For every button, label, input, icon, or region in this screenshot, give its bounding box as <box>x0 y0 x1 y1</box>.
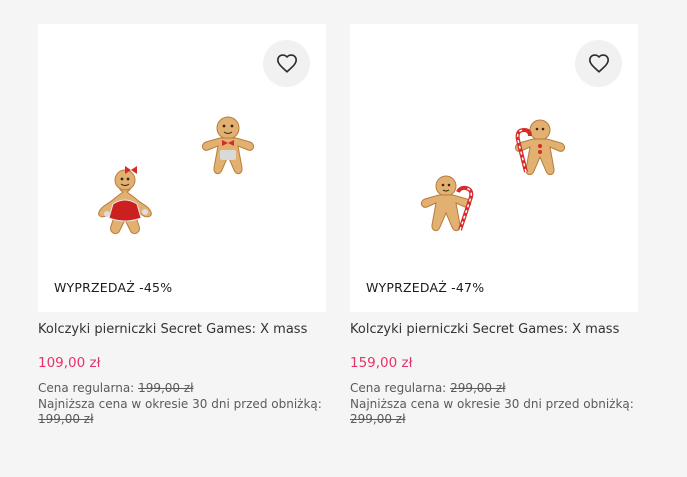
heart-icon <box>588 53 609 73</box>
regular-price-label: Cena regularna: <box>38 381 135 395</box>
product-card[interactable]: WYPRZEDAŻ -45% Kolczyki pierniczki Secre… <box>38 24 326 428</box>
product-title[interactable]: Kolczyki pierniczki Secret Games: X mass… <box>350 322 620 337</box>
heart-icon <box>276 53 297 73</box>
sale-badge: WYPRZEDAŻ -45% <box>54 280 173 295</box>
regular-price: 299,00 zł <box>450 381 506 395</box>
regular-price-row: Cena regularna: 199,00 zł <box>38 381 326 397</box>
price-info: Cena regularna: 199,00 zł Najniższa cena… <box>38 381 326 428</box>
favorite-button[interactable] <box>263 40 310 87</box>
lowest-price-label: Najniższa cena w okresie 30 dni przed ob… <box>38 396 322 411</box>
product-title[interactable]: Kolczyki pierniczki Secret Games: X mass… <box>38 322 308 337</box>
product-price: 109,00 zł <box>38 355 101 371</box>
favorite-button[interactable] <box>575 40 622 87</box>
regular-price-label: Cena regularna: <box>350 381 447 395</box>
product-card[interactable]: WYPRZEDAŻ -47% Kolczyki pierniczki Secre… <box>350 24 638 428</box>
sale-badge: WYPRZEDAŻ -47% <box>366 280 485 295</box>
product-image[interactable]: WYPRZEDAŻ -47% <box>350 24 638 312</box>
product-image[interactable]: WYPRZEDAŻ -45% <box>38 24 326 312</box>
lowest-price: 199,00 zł <box>38 412 94 426</box>
lowest-price-label: Najniższa cena w okresie 30 dni przed ob… <box>350 396 634 411</box>
regular-price: 199,00 zł <box>138 381 194 395</box>
price-info: Cena regularna: 299,00 zł Najniższa cena… <box>350 381 638 428</box>
product-price: 159,00 zł <box>350 355 413 371</box>
lowest-price: 299,00 zł <box>350 412 406 426</box>
regular-price-row: Cena regularna: 299,00 zł <box>350 381 638 397</box>
